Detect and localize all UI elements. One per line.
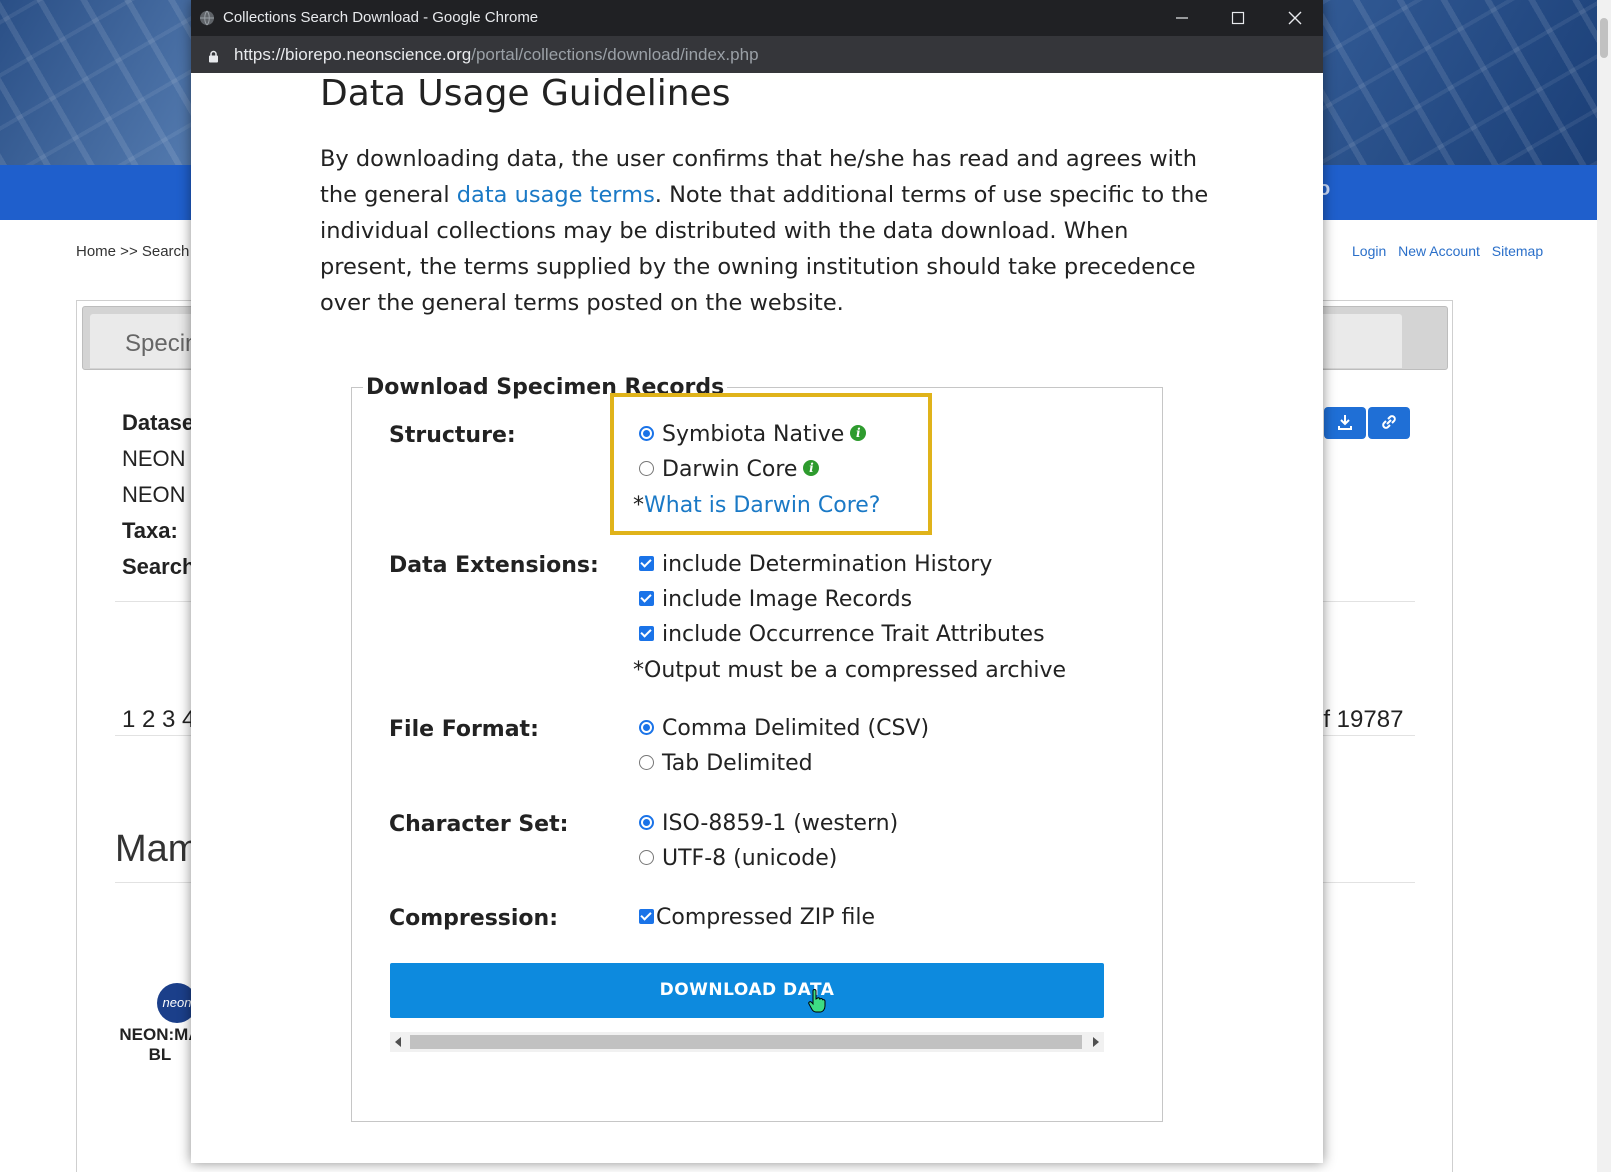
file-format-label: File Format: — [389, 717, 539, 742]
taxa-label: Taxa: — [122, 518, 178, 543]
guidelines-paragraph: By downloading data, the user confirms t… — [320, 141, 1220, 321]
close-button[interactable] — [1267, 0, 1323, 36]
sitemap-link[interactable]: Sitemap — [1492, 243, 1543, 259]
top-links: Login New Account Sitemap — [1352, 243, 1551, 259]
checkbox-checked[interactable] — [639, 625, 654, 641]
charset-option-utf8[interactable]: UTF-8 (unicode) — [639, 844, 837, 874]
extension-occurrence-trait-attributes[interactable]: include Occurrence Trait Attributes — [639, 620, 1045, 650]
option-label: ISO-8859-1 (western) — [662, 811, 899, 836]
extension-determination-history[interactable]: include Determination History — [639, 550, 992, 580]
breadcrumb[interactable]: Home >> Search — [76, 243, 189, 260]
data-usage-terms-link[interactable]: data usage terms — [457, 182, 655, 208]
new-account-link[interactable]: New Account — [1398, 243, 1480, 259]
option-label: include Determination History — [662, 552, 993, 577]
window-title: Collections Search Download - Google Chr… — [223, 9, 539, 26]
search-label: Search — [122, 554, 196, 579]
option-label: UTF-8 (unicode) — [662, 846, 838, 871]
option-label: include Image Records — [662, 587, 913, 612]
url-text[interactable]: https://biorepo.neonscience.org/portal/c… — [234, 45, 759, 65]
data-extensions-label: Data Extensions: — [389, 553, 599, 578]
extension-image-records[interactable]: include Image Records — [639, 585, 912, 615]
option-label: include Occurrence Trait Attributes — [662, 622, 1045, 647]
download-icon[interactable] — [1324, 407, 1366, 439]
page-scrollbar-thumb[interactable] — [1600, 18, 1608, 58]
link-icon[interactable] — [1368, 407, 1410, 439]
option-label: Comma Delimited (CSV) — [662, 716, 930, 741]
maximize-button[interactable] — [1210, 0, 1266, 36]
option-label: Compressed ZIP file — [656, 905, 876, 930]
globe-icon — [199, 10, 215, 30]
popup-content: Data Usage Guidelines By downloading dat… — [191, 73, 1323, 1163]
highlight-box — [610, 393, 932, 535]
record-count: of 19787 — [1310, 706, 1404, 733]
character-set-label: Character Set: — [389, 812, 569, 837]
radio-button[interactable] — [639, 849, 654, 865]
checkbox-checked[interactable] — [639, 590, 654, 606]
format-option-tab[interactable]: Tab Delimited — [639, 749, 813, 779]
page-title: Data Usage Guidelines — [320, 73, 731, 114]
compression-option-zip[interactable]: Compressed ZIP file — [639, 903, 875, 933]
url-host: https://biorepo.neonscience.org — [234, 45, 472, 64]
charset-option-iso[interactable]: ISO-8859-1 (western) — [639, 809, 898, 839]
lock-icon — [208, 48, 219, 67]
pagination[interactable]: 1 2 3 4 — [122, 706, 195, 734]
scroll-right-icon[interactable] — [1093, 1037, 1099, 1047]
checkbox-checked[interactable] — [639, 908, 654, 924]
login-link[interactable]: Login — [1352, 243, 1386, 259]
format-option-csv[interactable]: Comma Delimited (CSV) — [639, 714, 929, 744]
horizontal-scrollbar[interactable] — [390, 1032, 1104, 1052]
address-bar[interactable]: https://biorepo.neonscience.org/portal/c… — [191, 36, 1323, 73]
download-popup-window: Collections Search Download - Google Chr… — [191, 0, 1323, 1163]
download-data-button[interactable]: DOWNLOAD DATA — [390, 963, 1104, 1018]
checkbox-checked[interactable] — [639, 555, 654, 571]
structure-label: Structure: — [389, 423, 516, 448]
collection-title: Mam — [115, 828, 200, 870]
radio-button[interactable] — [639, 754, 654, 770]
compressed-archive-note: *Output must be a compressed archive — [633, 658, 1067, 683]
compression-label: Compression: — [389, 906, 559, 931]
radio-button-selected[interactable] — [639, 719, 654, 735]
minimize-button[interactable] — [1154, 0, 1210, 36]
scrollbar-thumb[interactable] — [410, 1035, 1082, 1049]
option-label: Tab Delimited — [662, 751, 813, 776]
window-titlebar[interactable]: Collections Search Download - Google Chr… — [191, 0, 1323, 36]
hand-cursor-icon — [807, 989, 827, 1017]
scroll-left-icon[interactable] — [395, 1037, 401, 1047]
radio-button-selected[interactable] — [639, 814, 654, 830]
page-scrollbar[interactable] — [1597, 0, 1611, 1172]
url-path: /portal/collections/download/index.php — [471, 45, 759, 64]
